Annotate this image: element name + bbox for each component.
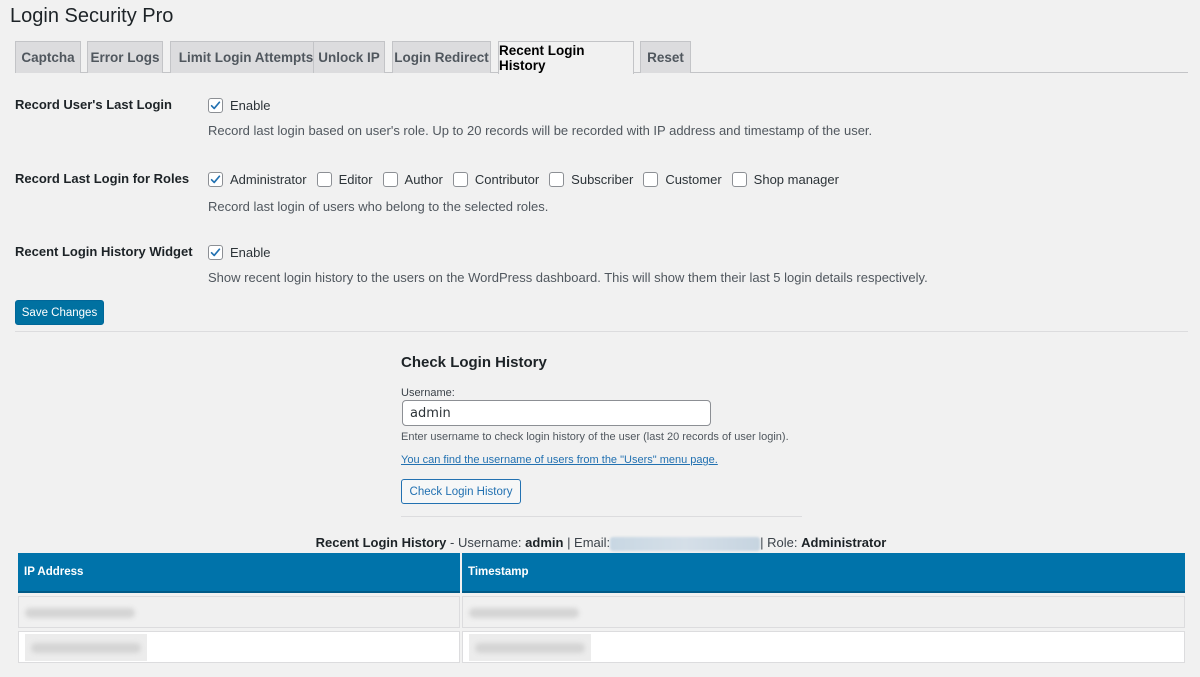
table-row: (redacted) (redacted) bbox=[18, 596, 1185, 628]
widget-enable[interactable]: Enable bbox=[208, 243, 928, 261]
checkbox-unchecked[interactable] bbox=[549, 171, 565, 187]
tab-captcha[interactable]: Captcha bbox=[15, 41, 81, 73]
results-heading: Recent Login History bbox=[315, 535, 447, 550]
tab-recent-login-history[interactable]: Recent Login History bbox=[498, 41, 634, 74]
username-hint: Enter username to check login history of… bbox=[401, 431, 789, 443]
results-role-label: | Role: bbox=[760, 535, 802, 550]
tab-error-logs[interactable]: Error Logs bbox=[87, 41, 163, 73]
check-icon bbox=[210, 247, 221, 256]
last-login-label: Record User's Last Login bbox=[15, 97, 172, 112]
role-editor-text: Editor bbox=[338, 171, 373, 187]
role-shop-manager-text: Shop manager bbox=[753, 171, 839, 187]
checkbox-checked[interactable] bbox=[208, 244, 223, 260]
checkbox-unchecked[interactable] bbox=[643, 171, 659, 187]
checkbox-checked[interactable] bbox=[208, 171, 223, 187]
ip-cell: (redacted) bbox=[18, 631, 460, 663]
checkbox-unchecked[interactable] bbox=[316, 171, 332, 187]
role-author[interactable]: Author bbox=[382, 171, 443, 187]
results-username-label: Username: bbox=[457, 535, 526, 550]
check-history-title: Check Login History bbox=[401, 354, 547, 371]
widget-enable-text: Enable bbox=[230, 244, 271, 260]
username-input[interactable]: admin bbox=[402, 400, 711, 426]
roles-field: Administrator Editor Author Contributor … bbox=[208, 170, 849, 214]
last-login-description: Record last login based on user's role. … bbox=[208, 123, 873, 138]
checkbox-unchecked[interactable] bbox=[452, 171, 468, 187]
roles-label: Record Last Login for Roles bbox=[15, 171, 190, 186]
role-administrator[interactable]: Administrator bbox=[208, 171, 307, 187]
table-header-row: IP Address Timestamp bbox=[18, 553, 1185, 593]
role-administrator-text: Administrator bbox=[230, 171, 307, 187]
redacted-ip: (redacted) bbox=[25, 608, 135, 619]
role-contributor-text: Contributor bbox=[474, 171, 540, 187]
users-menu-link[interactable]: You can find the username of users from … bbox=[401, 454, 718, 466]
table-row: (redacted) (redacted) bbox=[18, 631, 1185, 663]
page-title: Login Security Pro bbox=[10, 5, 174, 27]
tab-reset[interactable]: Reset bbox=[640, 41, 691, 73]
results-role: Administrator bbox=[801, 535, 887, 550]
results-email-label: | Email: bbox=[563, 535, 611, 550]
roles-description: Record last login of users who belong to… bbox=[208, 199, 549, 214]
timestamp-cell: (redacted) bbox=[462, 596, 1185, 628]
redacted-ip: (redacted) bbox=[31, 643, 141, 654]
checkbox-unchecked[interactable] bbox=[382, 171, 398, 187]
role-subscriber-text: Subscriber bbox=[571, 171, 634, 187]
column-header-timestamp: Timestamp bbox=[462, 553, 1185, 593]
role-contributor[interactable]: Contributor bbox=[452, 171, 540, 187]
role-customer[interactable]: Customer bbox=[643, 171, 722, 187]
checkbox-checked[interactable] bbox=[208, 97, 223, 113]
tab-bar: Captcha Error Logs Limit Login Attempts … bbox=[15, 41, 1188, 74]
save-changes-button[interactable]: Save Changes bbox=[15, 300, 104, 325]
tab-unlock-ip[interactable]: Unlock IP bbox=[313, 41, 385, 73]
check-icon bbox=[210, 100, 221, 109]
last-login-field: Enable Record last login based on user's… bbox=[208, 96, 872, 138]
results-summary: Recent Login History - Username: admin |… bbox=[0, 535, 1200, 551]
checkbox-unchecked[interactable] bbox=[731, 171, 747, 187]
tab-login-redirect[interactable]: Login Redirect bbox=[392, 41, 491, 73]
login-history-table: IP Address Timestamp (redacted) (redacte… bbox=[16, 553, 1187, 663]
results-username: admin bbox=[525, 535, 564, 550]
redacted-email bbox=[610, 536, 761, 551]
redacted-timestamp: (redacted) bbox=[475, 643, 585, 654]
role-customer-text: Customer bbox=[665, 171, 722, 187]
tab-limit-login-attempts[interactable]: Limit Login Attempts bbox=[170, 41, 322, 73]
timestamp-cell: (redacted) bbox=[462, 631, 1185, 663]
column-header-ip: IP Address bbox=[18, 553, 460, 593]
role-shop-manager[interactable]: Shop manager bbox=[731, 171, 839, 187]
redacted-timestamp: (redacted) bbox=[469, 608, 579, 619]
role-author-text: Author bbox=[404, 171, 443, 187]
role-subscriber[interactable]: Subscriber bbox=[549, 171, 634, 187]
widget-description: Show recent login history to the users o… bbox=[208, 270, 928, 285]
divider bbox=[401, 516, 802, 517]
widget-label: Recent Login History Widget bbox=[15, 244, 193, 259]
username-label: Username: bbox=[401, 387, 455, 399]
last-login-enable-text: Enable bbox=[230, 97, 271, 113]
divider bbox=[15, 331, 1188, 332]
role-editor[interactable]: Editor bbox=[316, 171, 373, 187]
check-icon bbox=[210, 174, 221, 183]
last-login-enable[interactable]: Enable bbox=[208, 96, 872, 114]
ip-cell: (redacted) bbox=[18, 596, 460, 628]
roles-checkbox-group: Administrator Editor Author Contributor … bbox=[208, 170, 849, 188]
widget-field: Enable Show recent login history to the … bbox=[208, 243, 928, 285]
check-login-history-button[interactable]: Check Login History bbox=[401, 479, 521, 504]
results-sep: - bbox=[446, 535, 458, 550]
